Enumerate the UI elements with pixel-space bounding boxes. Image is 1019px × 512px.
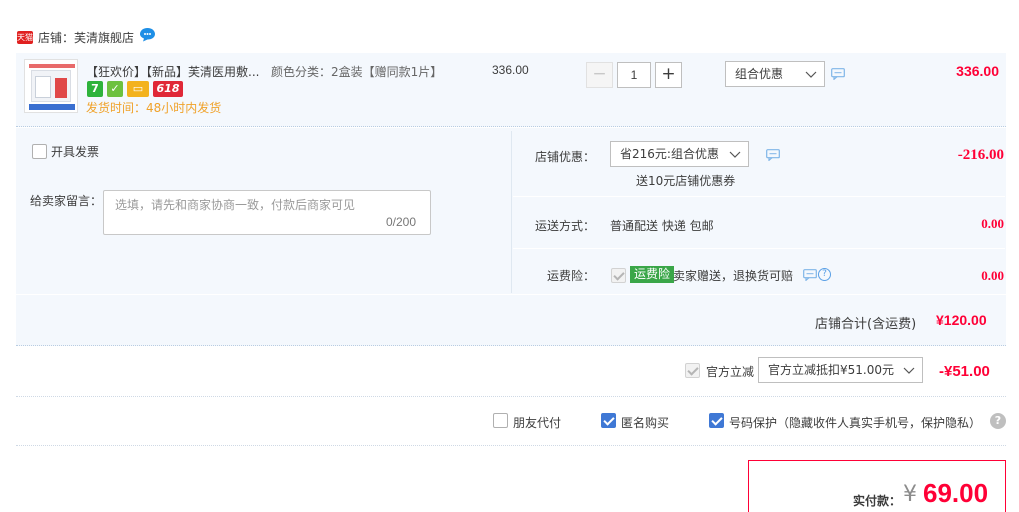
item-promo-select[interactable]: 组合优惠 [725,61,825,87]
guarantee-icon[interactable]: ✓ [107,81,123,97]
shop-discount-select[interactable]: 省216元:组合优惠 [610,141,749,167]
help-icon[interactable]: ? [990,413,1006,429]
delivery-fee: 0.00 [981,216,1004,231]
product-sku: 颜色分类：2盒装【赠同款1片】 [271,65,443,79]
payment-amount: 69.00 [923,478,989,508]
insurance-fee: 0.00 [981,268,1004,283]
official-discount-checkbox [685,363,700,378]
payment-label: 实付款： [853,494,902,508]
panel-divider [511,131,512,293]
official-discount-option: 官方立减抵扣¥51.00元 [768,363,894,377]
official-discount-amount: -¥51.00 [939,363,990,380]
shop-name[interactable]: 店铺：芙清旗舰店 [38,29,134,46]
chevron-down-icon [903,367,915,374]
row-separator [513,248,1005,249]
currency-symbol: ¥ [903,482,917,507]
shop-coupon-gift: 送10元店铺优惠券 [636,174,736,188]
friend-pay-label[interactable]: 朋友代付 [513,414,561,431]
seller-note-label: 给卖家留言： [30,194,103,208]
shop-discount-amount: -216.00 [957,147,1004,163]
product-title-link[interactable]: 【狂欢价】【新品】芙清医用敷... [86,63,259,80]
unit-price: 336.00 [492,63,529,77]
subtotal-label: 店铺合计(含运费) [815,317,917,332]
chat-bubble-icon[interactable] [139,27,156,42]
message-icon[interactable] [766,149,780,161]
item-total-price: 336.00 [956,63,999,79]
chevron-down-icon [805,71,817,78]
row-separator [16,294,1006,295]
quantity-increase-button[interactable]: + [655,62,682,88]
tmall-logo-icon: 天猫 [17,31,33,44]
seller-note-count: 0/200 [386,215,417,229]
invoice-label[interactable]: 开具发票 [51,143,99,160]
message-icon[interactable] [803,269,817,281]
insurance-label: 运费险： [547,269,596,283]
insurance-tag: 运费险 [630,266,675,283]
divider [16,445,1006,446]
row-separator [513,196,1005,197]
seven-day-return-icon[interactable]: 7 [87,81,103,97]
help-icon[interactable]: ? [818,268,831,281]
subtotal-value: ¥120.00 [936,312,987,328]
seller-note-placeholder: 选填，请先和商家协商一致，付款后商家可见 [115,198,356,212]
item-promo-value: 组合优惠 [735,67,784,81]
divider [16,396,1006,397]
number-protect-label[interactable]: 号码保护（隐藏收件人真实手机号，保护隐私） [729,414,981,431]
shop-discount-label: 店铺优惠： [535,150,596,164]
chevron-down-icon [729,151,741,158]
number-protect-checkbox[interactable] [709,413,724,428]
delivery-method: 普通配送 快递 包邮 [610,219,714,233]
shop-discount-value: 省216元:组合优惠 [620,147,719,161]
delivery-label: 运送方式： [535,219,596,233]
anonymous-checkbox[interactable] [601,413,616,428]
quantity-decrease-button[interactable]: − [586,62,613,88]
product-thumbnail[interactable] [24,59,78,113]
promo-618-badge[interactable]: 618 [153,81,183,97]
anonymous-label[interactable]: 匿名购买 [621,414,669,431]
credit-card-icon[interactable]: ▭ [127,81,149,97]
insurance-checkbox [611,268,626,283]
official-discount-select[interactable]: 官方立减抵扣¥51.00元 [758,357,923,383]
insurance-desc: 卖家赠送，退换货可赔 [673,269,794,283]
quantity-input[interactable]: 1 [617,62,651,88]
invoice-checkbox[interactable] [32,144,47,159]
friend-pay-checkbox[interactable] [493,413,508,428]
official-discount-label: 官方立减 [706,365,755,379]
shipping-time: 发货时间：48小时内发货 [86,101,222,115]
message-icon[interactable] [831,68,845,80]
